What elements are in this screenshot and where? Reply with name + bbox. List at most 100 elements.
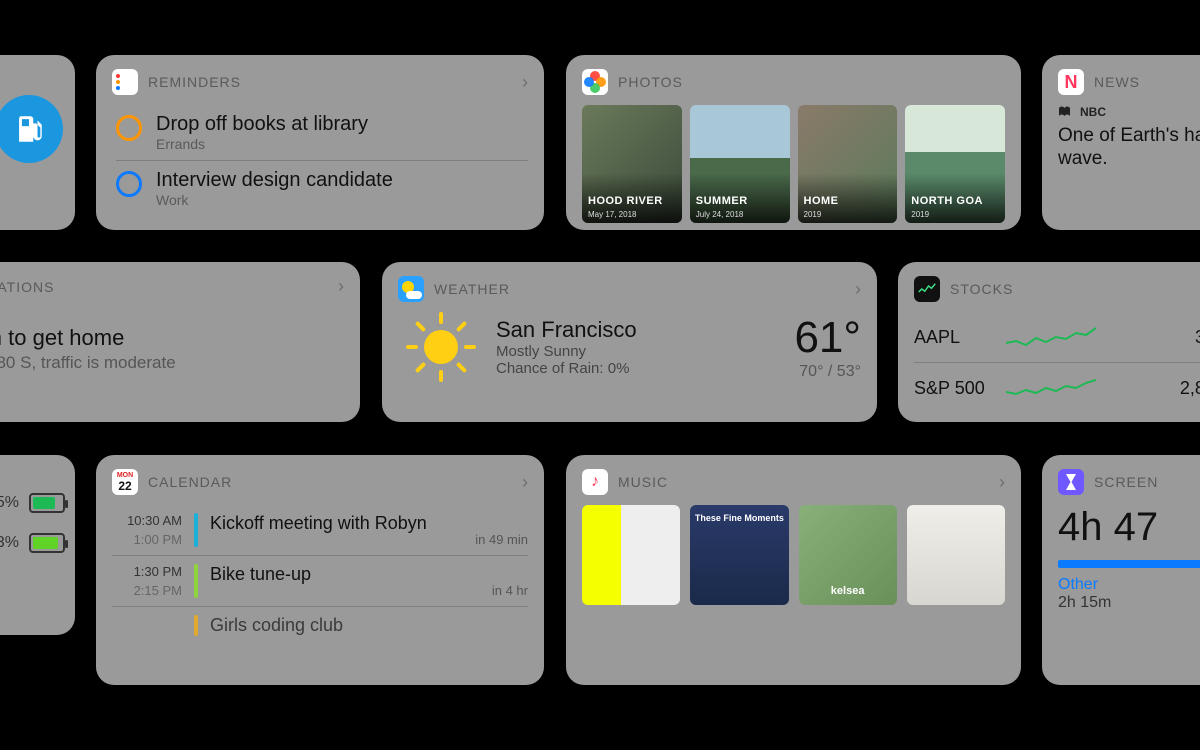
battery-icon (29, 493, 65, 513)
weather-range: 70° / 53° (794, 363, 861, 381)
music-row: These Fine Moments kelsea (582, 505, 1005, 605)
reminder-title: Drop off books at library (156, 113, 368, 136)
screentime-bar (1058, 560, 1200, 568)
screentime-total: 4h 47 (1058, 505, 1200, 550)
event-eta: in 4 hr (492, 583, 528, 598)
reminder-item[interactable]: Interview design candidate Work (116, 160, 528, 216)
event-color-bar (194, 564, 198, 598)
weather-condition: Mostly Sunny (496, 343, 637, 360)
gas-icon (0, 95, 63, 163)
reminders-list: Drop off books at library Errands Interv… (112, 105, 528, 216)
photos-row: HOOD RIVER May 17, 2018 SUMMER July 24, … (582, 105, 1005, 223)
music-widget[interactable]: ♪ MUSIC › These Fine Moments kelsea (566, 455, 1021, 685)
event-start: 1:30 PM (112, 564, 182, 579)
event-start: 10:30 AM (112, 513, 182, 528)
gas-widget[interactable]: Gas (0, 55, 75, 230)
reminder-toggle[interactable] (116, 115, 142, 141)
widget-title: STOCKS (950, 281, 1013, 297)
photo-card[interactable]: SUMMER July 24, 2018 (690, 105, 790, 223)
reminder-item[interactable]: Drop off books at library Errands (116, 105, 528, 160)
stock-row[interactable]: AAPL 309.54 (914, 312, 1200, 362)
weather-icon (398, 276, 424, 302)
widget-title: CALENDAR (148, 474, 232, 490)
sun-icon (406, 312, 476, 382)
event-eta: in 49 min (475, 532, 528, 547)
photo-card[interactable]: HOME 2019 (798, 105, 898, 223)
calendar-event[interactable]: 1:30 PM2:15 PM Bike tune-up in 4 hr (112, 556, 528, 607)
screentime-category-time: 2h 15m (1058, 594, 1200, 612)
reminders-icon (112, 69, 138, 95)
calendar-list: 10:30 AM 1:00 PM Kickoff meeting with Rob… (112, 505, 528, 644)
news-widget[interactable]: N NEWS NBC One of Earth's having a recor… (1042, 55, 1200, 230)
photo-date: 2019 (911, 210, 929, 219)
news-icon: N (1058, 69, 1084, 95)
stock-price: 2,852.50 (1165, 378, 1200, 399)
album-card[interactable]: These Fine Moments (690, 505, 788, 605)
sparkline-icon (1006, 323, 1096, 351)
reminder-list-name: Errands (156, 136, 368, 152)
calendar-event[interactable]: Girls coding club (112, 607, 528, 644)
widget-title: REMINDERS (148, 74, 241, 90)
batteries-widget[interactable]: 75% 83% (0, 455, 75, 635)
destinations-widget[interactable]: DESTINATIONS › 24 min to get home Take I… (0, 262, 360, 422)
stock-price: 309.54 (1165, 327, 1200, 348)
event-color-bar (194, 513, 198, 547)
album-card[interactable]: kelsea (799, 505, 897, 605)
event-end: 2:15 PM (112, 583, 182, 598)
album-label: These Fine Moments (690, 513, 788, 523)
reminder-toggle[interactable] (116, 171, 142, 197)
chevron-right-icon: › (999, 472, 1005, 493)
stocks-widget[interactable]: STOCKS AAPL 309.54 S&P 500 2,852.50 (898, 262, 1200, 422)
chevron-right-icon: › (855, 279, 861, 300)
widget-title: PHOTOS (618, 74, 683, 90)
calendar-icon: MON 22 (112, 469, 138, 495)
gas-label: Gas (0, 177, 63, 193)
battery-row: 75% (0, 493, 65, 513)
chevron-right-icon: › (522, 72, 528, 93)
photo-label: SUMMER (696, 195, 748, 207)
screentime-widget[interactable]: SCREEN 4h 47 Other 2h 15m (1042, 455, 1200, 685)
widget-title: SCREEN (1094, 474, 1158, 490)
album-label: kelsea (799, 585, 897, 597)
photo-label: NORTH GOA (911, 195, 983, 207)
photo-label: HOME (804, 195, 839, 207)
weather-city: San Francisco (496, 317, 637, 343)
event-end: 1:00 PM (112, 532, 182, 547)
widget-title: NEWS (1094, 74, 1140, 90)
sparkline-icon (1006, 374, 1096, 402)
album-card[interactable] (582, 505, 680, 605)
photo-date: 2019 (804, 210, 822, 219)
hourglass-icon (1058, 469, 1084, 495)
reminder-title: Interview design candidate (156, 169, 393, 192)
photos-widget[interactable]: PHOTOS HOOD RIVER May 17, 2018 SUMMER Ju… (566, 55, 1021, 230)
screentime-category: Other (1058, 576, 1200, 594)
photo-date: July 24, 2018 (696, 210, 744, 219)
album-card[interactable] (907, 505, 1005, 605)
weather-temp: 61° (794, 313, 861, 363)
music-icon: ♪ (582, 469, 608, 495)
battery-pct: 75% (0, 494, 19, 512)
stock-symbol: S&P 500 (914, 378, 994, 399)
event-title: Kickoff meeting with Robyn (210, 513, 463, 547)
photo-card[interactable]: NORTH GOA 2019 (905, 105, 1005, 223)
calendar-widget[interactable]: MON 22 CALENDAR › 10:30 AM1:00 PM Kickof… (96, 455, 544, 685)
reminders-widget[interactable]: REMINDERS › Drop off books at library Er… (96, 55, 544, 230)
stock-symbol: AAPL (914, 327, 994, 348)
news-headline: One of Earth's having a record wave. (1058, 125, 1200, 171)
stock-row[interactable]: S&P 500 2,852.50 (914, 362, 1200, 413)
widget-title: WEATHER (434, 281, 510, 297)
destination-route: Take I-280 S, traffic is moderate (0, 353, 344, 373)
event-title: Girls coding club (210, 615, 516, 636)
weather-rain: Chance of Rain: 0% (496, 360, 637, 377)
battery-pct: 83% (0, 534, 19, 552)
destination-eta: 24 min to get home (0, 325, 344, 351)
widget-title: MUSIC (618, 474, 668, 490)
stocks-icon (914, 276, 940, 302)
calendar-event[interactable]: 10:30 AM 1:00 PM Kickoff meeting with Rob… (112, 505, 528, 556)
event-color-bar (194, 615, 198, 636)
weather-widget[interactable]: WEATHER › San Francisco Mostly Sunny Cha… (382, 262, 877, 422)
photo-card[interactable]: HOOD RIVER May 17, 2018 (582, 105, 682, 223)
widget-title: DESTINATIONS (0, 279, 54, 295)
news-source: NBC (1058, 105, 1200, 119)
photo-label: HOOD RIVER (588, 195, 663, 207)
